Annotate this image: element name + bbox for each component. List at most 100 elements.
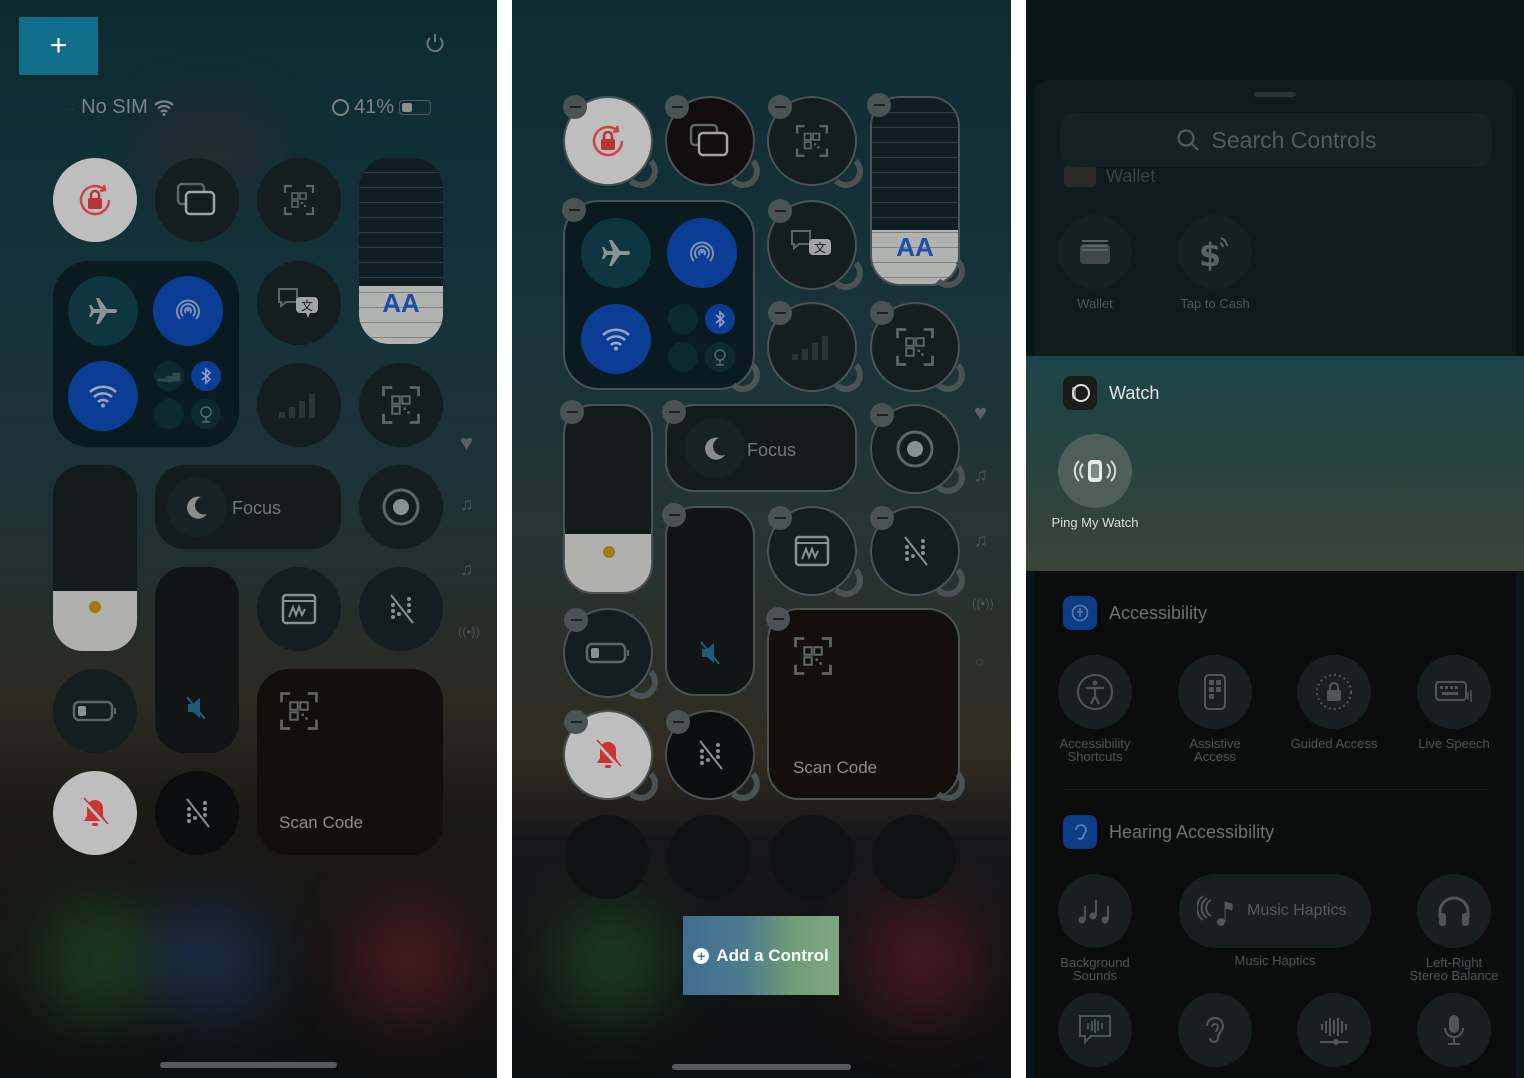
airdrop-toggle[interactable] bbox=[667, 218, 737, 288]
bluetooth-toggle[interactable] bbox=[705, 304, 735, 334]
power-icon[interactable] bbox=[424, 32, 446, 59]
resize-handle[interactable] bbox=[624, 665, 658, 699]
text-size-slider[interactable]: AA bbox=[359, 158, 443, 344]
remove-control-button[interactable] bbox=[662, 400, 686, 424]
focus-button[interactable]: Focus bbox=[665, 404, 857, 492]
music-page-icon[interactable]: ♫ bbox=[460, 494, 474, 515]
resize-handle[interactable] bbox=[931, 358, 965, 392]
resize-handle[interactable] bbox=[624, 154, 658, 188]
brightness-slider[interactable] bbox=[53, 465, 137, 651]
remove-control-button[interactable] bbox=[870, 301, 894, 325]
control-live-speech[interactable]: Live Speech bbox=[1394, 655, 1514, 750]
resize-handle[interactable] bbox=[829, 256, 863, 290]
control-live-listen[interactable] bbox=[1394, 993, 1514, 1067]
scan-code-widget[interactable]: Scan Code bbox=[257, 669, 443, 855]
resize-handle[interactable] bbox=[931, 460, 965, 494]
control-background-sounds[interactable]: Background Sounds bbox=[1035, 874, 1155, 982]
wifi-toggle[interactable] bbox=[68, 361, 138, 431]
code-scanner-button[interactable] bbox=[257, 158, 341, 242]
remove-control-button[interactable] bbox=[766, 607, 790, 631]
remove-control-button[interactable] bbox=[768, 301, 792, 325]
orientation-lock-toggle[interactable] bbox=[53, 158, 137, 242]
control-guided-access[interactable]: Guided Access bbox=[1274, 655, 1394, 750]
home-indicator[interactable] bbox=[672, 1064, 851, 1070]
control-ping-my-watch[interactable]: Ping My Watch bbox=[1035, 434, 1155, 529]
music-page-icon[interactable]: ♫ bbox=[974, 465, 988, 486]
remove-control-button[interactable] bbox=[662, 503, 686, 527]
control-hearing-devices[interactable] bbox=[1155, 993, 1275, 1067]
page-indicator-icon[interactable]: ○ bbox=[975, 654, 985, 672]
hearing-toggle[interactable] bbox=[359, 567, 443, 651]
connectivity-page-icon[interactable]: ((•)) bbox=[458, 624, 480, 639]
bluetooth-toggle[interactable] bbox=[191, 361, 221, 391]
remove-control-button[interactable] bbox=[564, 608, 588, 632]
empty-slot[interactable] bbox=[770, 815, 854, 899]
cellular-toggle[interactable]: ▂▄▆ bbox=[154, 361, 184, 391]
resize-handle[interactable] bbox=[624, 767, 658, 801]
control-tap-to-cash[interactable]: $ Tap to Cash bbox=[1155, 215, 1275, 310]
control-wallet[interactable]: Wallet bbox=[1035, 215, 1155, 310]
brightness-slider[interactable] bbox=[563, 404, 653, 594]
resize-handle[interactable] bbox=[931, 563, 965, 597]
remove-control-button[interactable] bbox=[665, 95, 689, 119]
empty-slot[interactable] bbox=[872, 815, 956, 899]
remove-control-button[interactable] bbox=[768, 199, 792, 223]
search-controls-input[interactable]: Search Controls bbox=[1060, 113, 1492, 167]
add-control-button[interactable]: + Add a Control bbox=[683, 916, 839, 995]
control-music-haptics[interactable]: Music Haptics bbox=[1179, 874, 1371, 948]
control-left-right-stereo-balance[interactable]: Left-Right Stereo Balance bbox=[1394, 874, 1514, 982]
resize-handle[interactable] bbox=[726, 154, 760, 188]
remove-control-button[interactable] bbox=[563, 95, 587, 119]
hearing-toggle-2[interactable] bbox=[155, 771, 239, 855]
remove-control-button[interactable] bbox=[870, 403, 894, 427]
code-scanner-button-2[interactable] bbox=[359, 363, 443, 447]
markup-button[interactable] bbox=[257, 567, 341, 651]
remove-control-button[interactable] bbox=[870, 506, 894, 530]
vpn-toggle[interactable] bbox=[154, 399, 184, 429]
satellite-toggle[interactable] bbox=[191, 399, 221, 429]
screen-recording-button[interactable] bbox=[359, 465, 443, 549]
connectivity-page-icon[interactable]: ((•)) bbox=[972, 596, 994, 611]
remove-control-button[interactable] bbox=[564, 710, 588, 734]
screen-mirroring-button[interactable] bbox=[155, 158, 239, 242]
home-indicator[interactable] bbox=[160, 1062, 337, 1068]
empty-slot[interactable] bbox=[565, 815, 649, 899]
silent-mode-toggle[interactable] bbox=[53, 771, 137, 855]
airdrop-toggle[interactable] bbox=[153, 276, 223, 346]
cellular-signal-button[interactable] bbox=[257, 363, 341, 447]
add-button[interactable]: + bbox=[19, 17, 98, 75]
airplane-mode-toggle[interactable] bbox=[68, 276, 138, 346]
remove-control-button[interactable] bbox=[666, 710, 690, 734]
resize-handle[interactable] bbox=[829, 563, 863, 597]
airplane-mode-toggle[interactable] bbox=[581, 218, 651, 288]
control-headphone-accommodations[interactable] bbox=[1274, 993, 1394, 1067]
resize-handle[interactable] bbox=[829, 358, 863, 392]
resize-handle[interactable] bbox=[931, 254, 965, 288]
music-page-icon-2[interactable]: ♫ bbox=[974, 530, 988, 551]
remove-control-button[interactable] bbox=[562, 198, 586, 222]
cellular-toggle[interactable] bbox=[668, 304, 698, 334]
remove-control-button[interactable] bbox=[867, 93, 891, 117]
music-page-icon-2[interactable]: ♫ bbox=[460, 559, 474, 580]
vpn-toggle[interactable] bbox=[668, 342, 698, 372]
favorites-heart-icon[interactable]: ♥ bbox=[974, 400, 987, 426]
control-assistive-access[interactable]: Assistive Access bbox=[1155, 655, 1275, 763]
translate-button[interactable]: 文 bbox=[257, 261, 341, 345]
low-power-mode-button[interactable] bbox=[53, 669, 137, 753]
wifi-toggle[interactable] bbox=[581, 304, 651, 374]
volume-slider[interactable] bbox=[155, 567, 239, 753]
sheet-grabber[interactable] bbox=[1254, 92, 1296, 97]
resize-handle[interactable] bbox=[726, 358, 760, 392]
control-accessibility-shortcuts[interactable]: Accessibility Shortcuts bbox=[1035, 655, 1155, 763]
remove-control-button[interactable] bbox=[560, 400, 584, 424]
scan-code-widget[interactable]: Scan Code bbox=[767, 608, 960, 800]
resize-handle[interactable] bbox=[726, 767, 760, 801]
resize-handle[interactable] bbox=[829, 154, 863, 188]
control-live-captions[interactable] bbox=[1035, 993, 1155, 1067]
empty-slot[interactable] bbox=[667, 815, 751, 899]
remove-control-button[interactable] bbox=[768, 506, 792, 530]
remove-control-button[interactable] bbox=[768, 95, 792, 119]
volume-slider[interactable] bbox=[665, 506, 755, 696]
resize-handle[interactable] bbox=[931, 767, 965, 801]
focus-button[interactable]: Focus bbox=[155, 465, 341, 549]
